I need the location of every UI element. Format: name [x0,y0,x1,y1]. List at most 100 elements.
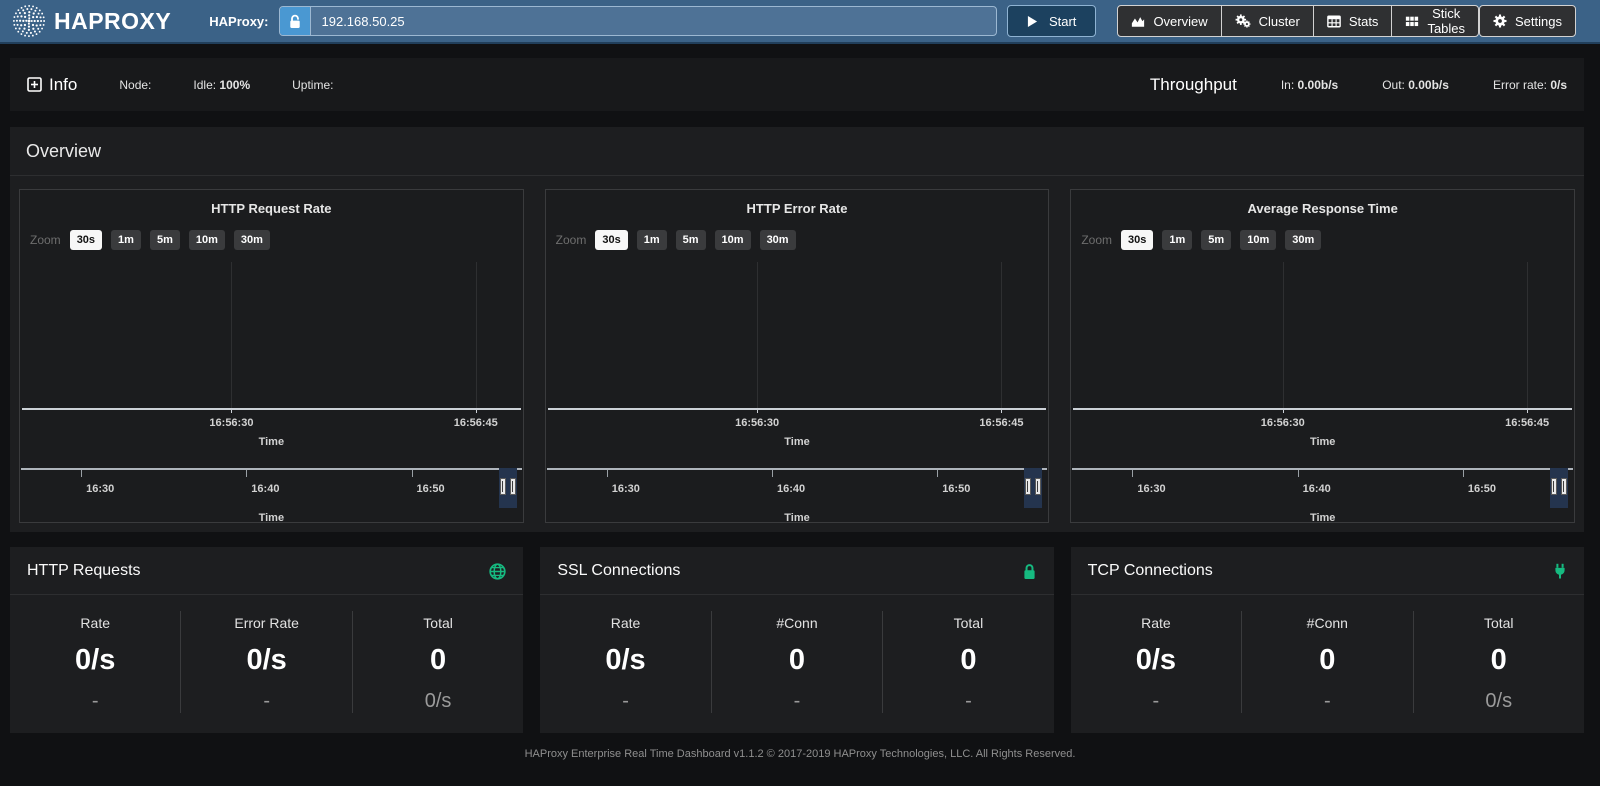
navigator-grip-right[interactable] [1035,478,1041,495]
card-header: HTTP Requests [10,547,523,595]
stat-value: 0/s [540,644,710,677]
zoom-5m-button[interactable]: 5m [676,230,706,250]
x-tick-label: 16:56:30 [1261,417,1305,429]
start-label: Start [1049,14,1076,29]
chart-title: Average Response Time [1071,201,1574,216]
nav-tick-label: 16:30 [1137,483,1165,495]
axis-tick [1283,408,1284,413]
plot-area[interactable] [1073,262,1572,410]
zoom-5m-button[interactable]: 5m [1201,230,1231,250]
card-tcp-connections: TCP Connections Rate 0/s - #Conn 0 - [1071,547,1584,733]
lock-icon [1022,563,1037,580]
nav-button-stats[interactable]: Stats [1313,5,1393,37]
range-navigator[interactable]: 16:30 16:40 16:50 [1072,468,1573,508]
nav-tick-label: 16:50 [1468,483,1496,495]
stat-column-rate: Rate 0/s - [1071,611,1241,713]
navigator-handle[interactable] [1024,468,1042,508]
zoom-30m-button[interactable]: 30m [760,230,796,250]
footer-copyright: HAProxy Enterprise Real Time Dashboard v… [0,733,1600,770]
gridline [1527,262,1528,408]
stat-column-total: Total 0 - [882,611,1053,713]
nav-axis-title: Time [1071,512,1574,524]
stat-label: Rate [10,615,180,631]
address-group [279,6,997,36]
navigator-grip-left[interactable] [1551,478,1557,495]
navigator-grip-left[interactable] [1025,478,1031,495]
info-bar: Info Node: Idle: 100% Uptime: Throughput… [10,58,1584,111]
unlock-button[interactable] [280,7,311,35]
table-icon [1327,15,1341,28]
zoom-1m-button[interactable]: 1m [1162,230,1192,250]
plot-area[interactable] [548,262,1047,410]
navigator-grip-right[interactable] [510,478,516,495]
range-navigator[interactable]: 16:30 16:40 16:50 [547,468,1048,508]
brand-text: HAPROXY [54,8,171,35]
charts-row: HTTP Request Rate Zoom 30s 1m 5m 10m 30m… [10,176,1584,532]
stat-label: #Conn [1242,615,1412,631]
axis-tick [476,408,477,413]
plug-icon [1553,563,1567,580]
zoom-30s-button[interactable]: 30s [1121,230,1153,250]
info-toggle[interactable]: Info [27,75,77,95]
zoom-10m-button[interactable]: 10m [715,230,751,250]
settings-button[interactable]: Settings [1479,5,1576,37]
card-title: SSL Connections [557,562,680,580]
nav-tick [1463,470,1464,477]
stat-sub: - [1242,690,1412,713]
stat-label: Rate [540,615,710,631]
address-input[interactable] [311,7,996,35]
zoom-1m-button[interactable]: 1m [637,230,667,250]
nav-button-label: Stick Tables [1427,6,1465,36]
idle-stat: Idle: 100% [193,78,250,92]
plot-area[interactable] [22,262,521,410]
zoom-10m-button[interactable]: 10m [1240,230,1276,250]
nav-button-stick-tables[interactable]: Stick Tables [1391,5,1479,37]
x-axis-title: Time [1071,436,1574,448]
error-rate: Error rate: 0/s [1493,78,1567,92]
overview-title: Overview [10,127,1584,176]
x-tick-label: 16:56:45 [979,417,1023,429]
zoom-10m-button[interactable]: 10m [189,230,225,250]
zoom-30s-button[interactable]: 30s [595,230,627,250]
zoom-5m-button[interactable]: 5m [150,230,180,250]
nav-tick-label: 16:40 [251,483,279,495]
nav-button-overview[interactable]: Overview [1117,5,1221,37]
x-axis-labels: 16:56:30 16:56:45 [22,417,521,433]
stat-value: 0 [1414,644,1584,677]
zoom-30m-button[interactable]: 30m [1285,230,1321,250]
zoom-30m-button[interactable]: 30m [234,230,270,250]
stat-label: Total [353,615,523,631]
zoom-row: Zoom 30s 1m 5m 10m 30m [30,230,523,250]
navigator-grip-left[interactable] [500,478,506,495]
nav-tick-label: 16:50 [942,483,970,495]
nav-tick [1298,470,1299,477]
stat-column-total: Total 0 0/s [352,611,523,713]
stat-column-total: Total 0 0/s [1413,611,1584,713]
info-label: Info [49,75,77,95]
nav-tick [246,470,247,477]
stat-sub: - [540,690,710,713]
stat-sub: 0/s [1414,690,1584,713]
haproxy-logo-icon [12,4,46,38]
stat-cards-row: HTTP Requests Rate 0/s - Error Rate 0/s [10,547,1584,733]
chart-http-error-rate: HTTP Error Rate Zoom 30s 1m 5m 10m 30m 1… [545,189,1050,523]
start-button[interactable]: Start [1007,5,1096,37]
navigator-grip-right[interactable] [1561,478,1567,495]
zoom-row: Zoom 30s 1m 5m 10m 30m [556,230,1049,250]
stat-sub: - [883,690,1053,713]
stat-sub: - [10,690,180,713]
stat-value: 0 [712,644,882,677]
navigator-handle[interactable] [499,468,517,508]
nav-tick [412,470,413,477]
zoom-30s-button[interactable]: 30s [70,230,102,250]
navigator-handle[interactable] [1550,468,1568,508]
card-header: TCP Connections [1071,547,1584,595]
throughput-title: Throughput [1150,75,1237,95]
stat-column-conn: #Conn 0 - [1241,611,1412,713]
range-navigator[interactable]: 16:30 16:40 16:50 [21,468,522,508]
nav-button-cluster[interactable]: Cluster [1221,5,1314,37]
stat-column-conn: #Conn 0 - [711,611,882,713]
stat-value: 0/s [10,644,180,677]
address-label: HAProxy: [209,14,268,29]
zoom-1m-button[interactable]: 1m [111,230,141,250]
